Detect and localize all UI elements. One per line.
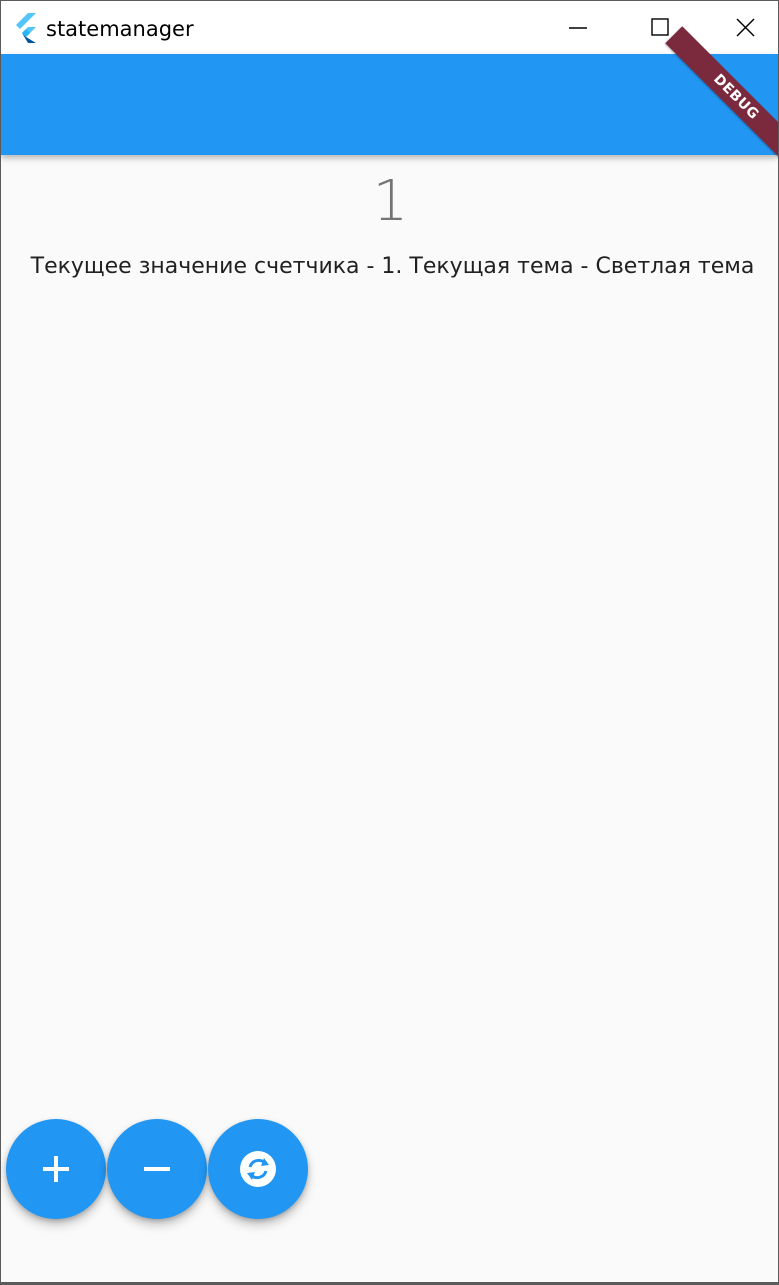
close-icon bbox=[736, 18, 755, 37]
status-text: Текущее значение счетчика - 1. Текущая т… bbox=[30, 254, 755, 279]
window-title: statemanager bbox=[46, 17, 194, 41]
toggle-theme-button[interactable] bbox=[208, 1119, 308, 1219]
sync-icon bbox=[240, 1151, 276, 1187]
increment-button[interactable] bbox=[6, 1119, 106, 1219]
minimize-icon bbox=[569, 27, 587, 29]
counter-value: 1 bbox=[372, 169, 409, 234]
decrement-button[interactable] bbox=[107, 1119, 207, 1219]
title-bar[interactable]: statemanager bbox=[1, 1, 778, 54]
window-bottom-border bbox=[1, 1282, 778, 1284]
close-button[interactable] bbox=[702, 1, 778, 54]
minus-icon bbox=[144, 1167, 170, 1171]
plus-icon bbox=[43, 1156, 69, 1182]
flutter-logo-icon bbox=[14, 13, 38, 43]
minimize-button[interactable] bbox=[534, 1, 620, 54]
app-bar bbox=[1, 54, 778, 155]
main-content: 1 Текущее значение счетчика - 1. Текущая… bbox=[1, 155, 778, 1284]
app-window: statemanager DEBUG 1 Текущее значение сч… bbox=[0, 0, 779, 1285]
